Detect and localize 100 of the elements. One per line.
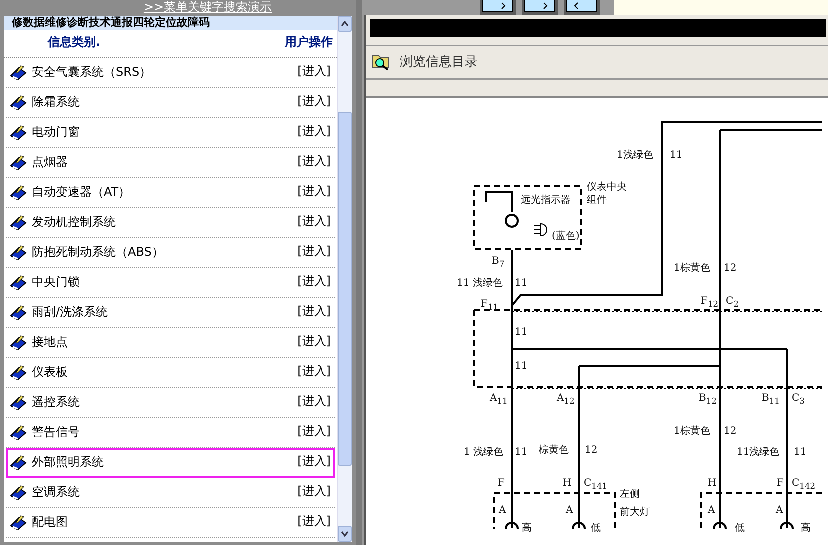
category-row[interactable]: 配电图 [进入] — [6, 508, 335, 538]
book-icon — [10, 154, 28, 170]
book-icon — [10, 424, 28, 440]
enter-link[interactable]: [进入] — [298, 273, 331, 290]
category-row[interactable]: 警告信号 [进入] — [6, 418, 335, 448]
enter-link[interactable]: [进入] — [298, 513, 331, 530]
diagram-label: 11 — [515, 278, 528, 289]
enter-link[interactable]: [进入] — [298, 213, 331, 230]
diagram-label: 仪表中央 — [587, 182, 627, 193]
book-icon — [10, 274, 28, 290]
enter-link[interactable]: [进入] — [298, 63, 331, 80]
enter-link[interactable]: [进入] — [298, 123, 331, 140]
diagram-label: 低 — [591, 523, 601, 534]
nav-button[interactable] — [564, 0, 600, 15]
diagram-label: B$_{7}$ — [492, 256, 505, 270]
diagram-label: F — [498, 478, 505, 489]
book-icon — [10, 184, 28, 200]
diagram-label: 11 — [515, 447, 528, 458]
category-label: 安全气囊系统（SRS） — [32, 64, 153, 81]
diagram-label: 左侧 — [620, 489, 640, 500]
diagram-label: 低 — [735, 523, 745, 534]
diagram-label: 11 — [670, 150, 683, 161]
diagram-label: 11 — [515, 361, 528, 372]
category-row[interactable]: 仪表板 [进入] — [6, 358, 335, 388]
category-row[interactable]: 雨刮/洗涤系统 [进入] — [6, 298, 335, 328]
category-row[interactable]: 中央门锁 [进入] — [6, 268, 335, 298]
category-row[interactable]: 安全气囊系统（SRS） [进入] — [6, 58, 335, 88]
category-row[interactable]: 发动机控制系统 [进入] — [6, 208, 335, 238]
toolbar-title: 浏览信息目录 — [400, 54, 478, 71]
category-label: 配电图 — [32, 514, 69, 531]
folder-search-icon — [372, 53, 392, 71]
diagram-label: 棕黄色 — [539, 445, 569, 456]
diagram-label: 1棕黄色 — [674, 263, 710, 274]
nav-button[interactable] — [522, 0, 558, 15]
diagram-label: A$_{12}$ — [557, 393, 575, 407]
scroll-down-button[interactable] — [338, 526, 352, 542]
diagram-label: C$_{2}$ — [726, 296, 739, 310]
diagram-label: C$_{141}$ — [584, 478, 608, 492]
diagram-label: 组件 — [587, 195, 607, 206]
diagram-label: A$_{11}$ — [490, 393, 508, 407]
diagram-label: 12 — [724, 426, 737, 437]
category-row[interactable]: 空调系统 [进入] — [6, 478, 335, 508]
headlamp-symbol — [534, 224, 548, 236]
diagram-label: B$_{12}$ — [699, 393, 717, 407]
scroll-thumb[interactable] — [338, 112, 352, 466]
book-icon — [10, 364, 28, 380]
category-label: 自动变速器（AT） — [32, 184, 132, 201]
diagram-label: 1浅绿色 — [617, 150, 654, 161]
category-row[interactable]: 电动门窗 [进入] — [6, 118, 335, 148]
enter-link[interactable]: [进入] — [298, 333, 331, 350]
category-label: 外部照明系统 — [32, 454, 105, 471]
category-label: 发动机控制系统 — [32, 214, 117, 231]
enter-link[interactable]: [进入] — [298, 153, 331, 170]
enter-link[interactable]: [进入] — [298, 423, 331, 440]
category-label: 接地点 — [32, 334, 69, 351]
enter-link[interactable]: [进入] — [298, 363, 331, 380]
category-row[interactable]: 自动变速器（AT） [进入] — [6, 178, 335, 208]
enter-link[interactable]: [进入] — [298, 303, 331, 320]
category-label: 防抱死制动系统（ABS） — [32, 244, 165, 261]
category-label: 点烟器 — [32, 154, 69, 171]
category-label: 雨刮/洗涤系统 — [32, 304, 110, 321]
book-icon — [10, 484, 28, 500]
enter-link[interactable]: [进入] — [298, 183, 331, 200]
nav-button[interactable] — [480, 0, 516, 15]
diagram-label: 远光指示器 — [521, 195, 571, 206]
diagram-label: 11 — [515, 327, 528, 338]
diagram-label: A — [776, 505, 784, 516]
category-label: 除霜系统 — [32, 94, 81, 111]
book-icon — [10, 454, 28, 470]
column-header: 信息类别. — [48, 34, 101, 51]
category-label: 遥控系统 — [32, 394, 81, 411]
book-icon — [10, 514, 28, 530]
category-row[interactable]: 除霜系统 [进入] — [6, 88, 335, 118]
column-header: 用户操作 — [285, 34, 333, 51]
diagram-label: 11浅绿色 — [737, 447, 780, 458]
book-icon — [10, 334, 28, 350]
book-icon — [10, 94, 28, 110]
chevron-up-icon — [341, 21, 349, 27]
category-row[interactable]: 接地点 [进入] — [6, 328, 335, 358]
book-icon — [10, 244, 28, 260]
category-row[interactable]: 外部照明系统 [进入] — [6, 448, 335, 478]
enter-link[interactable]: [进入] — [298, 483, 331, 500]
enter-link[interactable]: [进入] — [298, 243, 331, 260]
category-row[interactable]: 遥控系统 [进入] — [6, 388, 335, 418]
diagram-label: F$_{11}$ — [481, 299, 499, 313]
diagram-label: A — [566, 505, 574, 516]
enter-link[interactable]: [进入] — [298, 93, 331, 110]
diagram-label: 高 — [801, 523, 811, 534]
category-row[interactable]: 防抱死制动系统（ABS） [进入] — [6, 238, 335, 268]
scrollbar[interactable] — [337, 16, 352, 542]
category-row[interactable]: 点烟器 [进入] — [6, 148, 335, 178]
book-icon — [10, 124, 28, 140]
diagram-label: 高 — [522, 523, 532, 534]
diagram-label: 前大灯 — [620, 507, 650, 518]
diagram-label: H — [708, 478, 717, 489]
scroll-up-button[interactable] — [338, 16, 352, 32]
enter-link[interactable]: [进入] — [298, 393, 331, 410]
panel-title: 修数据维修诊断技术通报四轮定位故障码 — [4, 16, 337, 30]
diagram-label: 12 — [585, 445, 598, 456]
enter-link[interactable]: [进入] — [298, 453, 331, 470]
